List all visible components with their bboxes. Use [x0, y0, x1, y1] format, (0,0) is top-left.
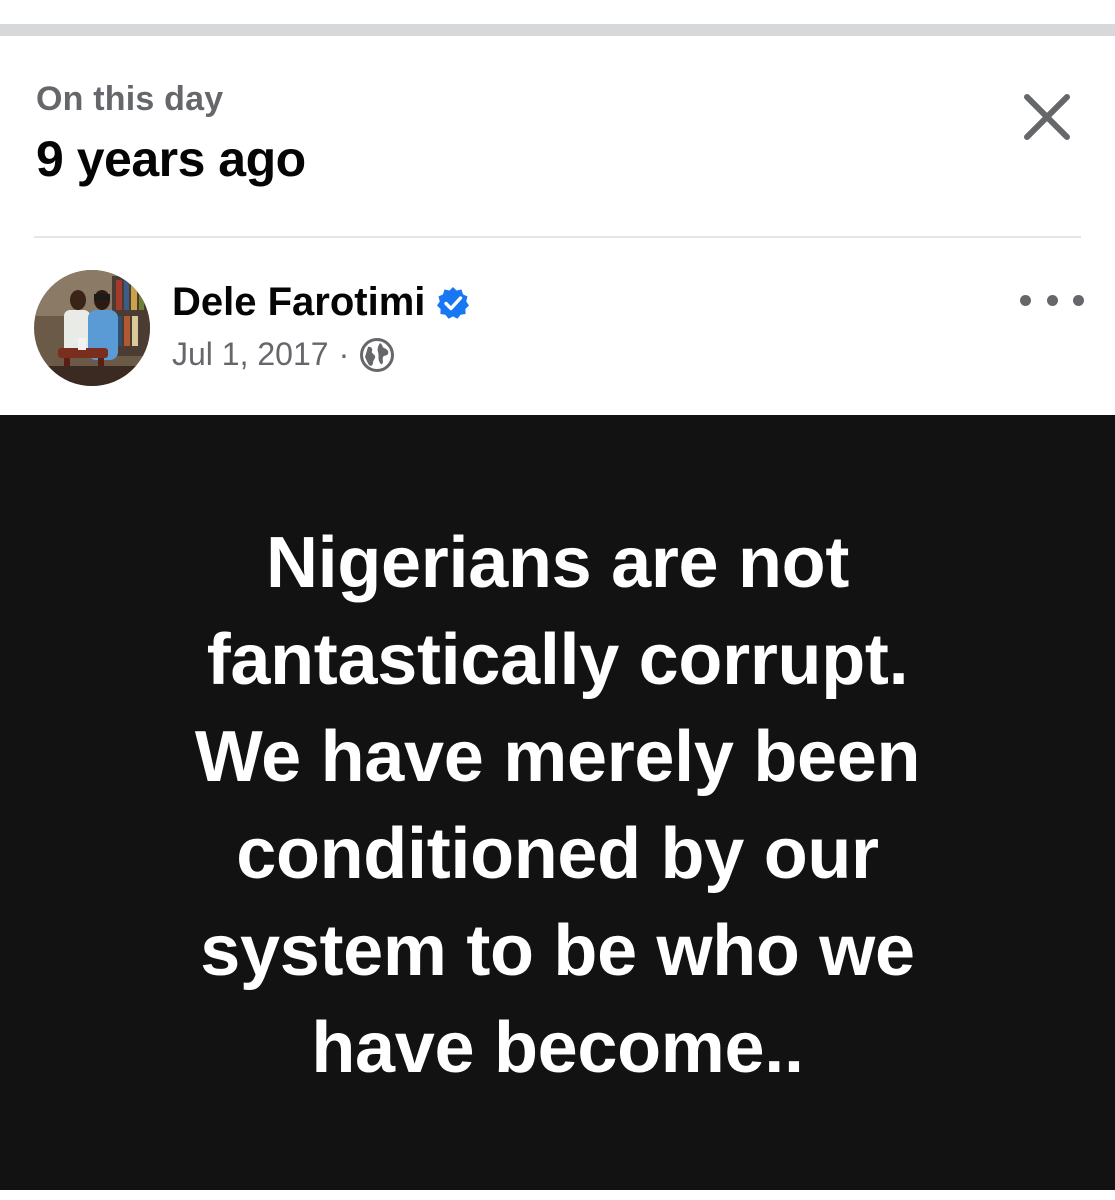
more-options-icon [1020, 294, 1031, 306]
more-options-button[interactable] [1020, 280, 1084, 320]
close-button[interactable] [1012, 82, 1082, 152]
more-options-icon [1073, 294, 1084, 306]
author-row: Dele Farotimi [172, 280, 471, 325]
memory-kicker: On this day [36, 80, 224, 118]
top-separator [0, 24, 1115, 36]
author-avatar[interactable] [34, 270, 150, 386]
globe-icon [359, 337, 395, 373]
meta-separator: · [338, 336, 350, 372]
post-meta: Jul 1, 2017 · [172, 336, 395, 373]
memory-headline: 9 years ago [36, 131, 306, 187]
post-header: Dele Farotimi Jul 1, 2017 · [0, 240, 1115, 415]
post-date[interactable]: Jul 1, 2017 [172, 336, 329, 373]
avatar-photo [34, 270, 150, 386]
post-quote-text: Nigerians are not fantastically corrupt.… [194, 523, 921, 1088]
verified-badge-icon [435, 285, 471, 321]
author-name[interactable]: Dele Farotimi [172, 280, 425, 325]
close-icon [1024, 94, 1070, 140]
more-options-icon [1046, 294, 1058, 306]
on-this-day-memory-page: On this day 9 years ago Dele Farotimi Ju… [0, 0, 1115, 1200]
bottom-edge [0, 1190, 1115, 1200]
header-divider [34, 236, 1081, 238]
post-quote-card[interactable]: Nigerians are not fantastically corrupt.… [0, 415, 1115, 1190]
memory-header: On this day 9 years ago [0, 36, 1115, 236]
